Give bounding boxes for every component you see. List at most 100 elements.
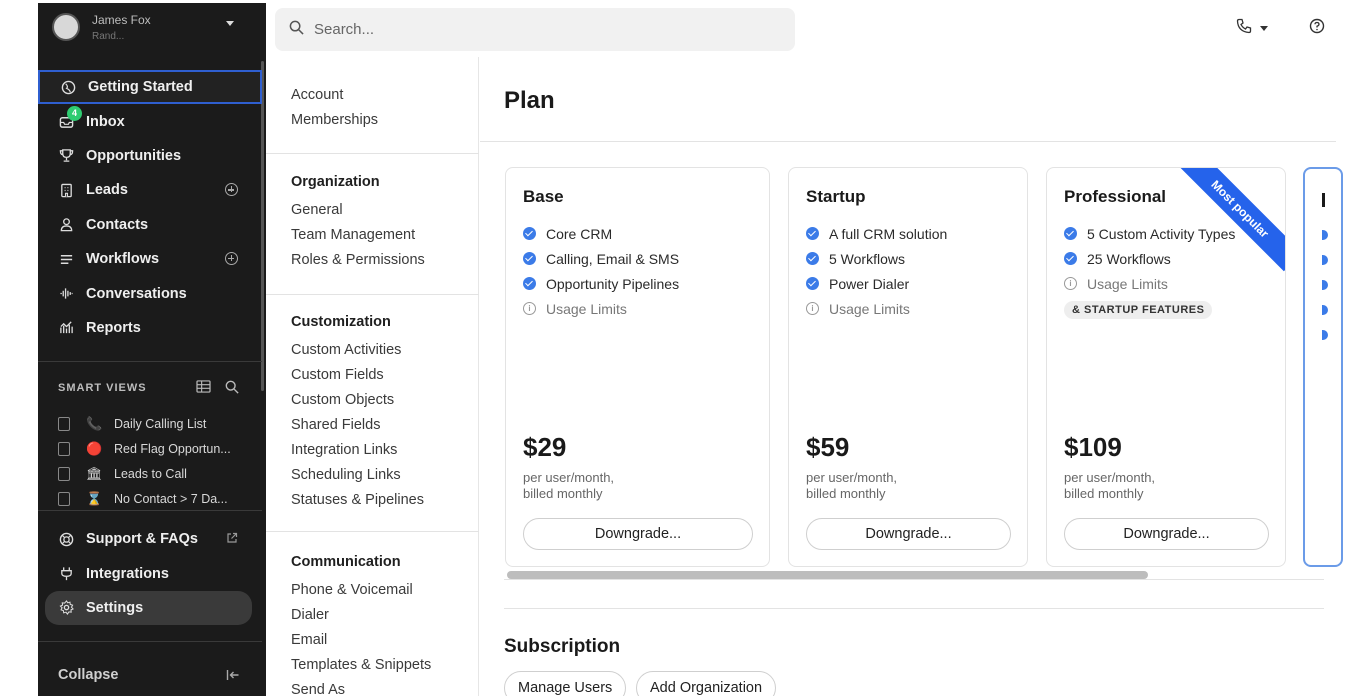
smart-view-item[interactable]: 🔴 Red Flag Opportun... (58, 436, 258, 461)
downgrade-professional-button[interactable]: Downgrade... (1064, 518, 1269, 550)
main-nav: Getting Started 4 Inbox Opportunities Le… (38, 70, 262, 345)
add-organization-button[interactable]: Add Organization (636, 671, 777, 696)
feature-label: 5 Workflows (829, 250, 905, 267)
plan-name-clipped (1322, 193, 1325, 207)
account-switcher[interactable]: James Fox Rand... (38, 3, 266, 55)
sidebar-item-label: Settings (86, 599, 144, 616)
check-icon (1322, 255, 1328, 265)
red-circle-emoji-icon: 🔴 (86, 440, 103, 456)
sidebar-item-leads[interactable]: Leads (38, 173, 262, 207)
usage-limits-link[interactable]: i Usage Limits (523, 296, 679, 321)
plan-card-startup: Startup A full CRM solution 5 Workflows … (788, 167, 1028, 567)
collapse-button[interactable]: Collapse (58, 667, 118, 683)
sidebar-item-inbox[interactable]: 4 Inbox (38, 104, 262, 138)
settings-link-shared-fields[interactable]: Shared Fields (291, 413, 424, 438)
downgrade-base-button[interactable]: Downgrade... (523, 518, 753, 550)
sidebar-item-reports[interactable]: Reports (38, 311, 262, 345)
gear-icon (58, 600, 74, 616)
check-icon (1322, 330, 1328, 340)
table-icon[interactable] (196, 380, 211, 399)
settings-link-scheduling-links[interactable]: Scheduling Links (291, 463, 424, 488)
settings-link-templates-snippets[interactable]: Templates & Snippets (291, 653, 431, 678)
settings-group-communication: Communication Phone & Voicemail Dialer E… (291, 554, 431, 696)
sidebar-item-workflows[interactable]: Workflows (38, 242, 262, 276)
plan-feature: 25 Workflows (1064, 246, 1235, 271)
sidebar-item-settings[interactable]: Settings (45, 590, 252, 626)
building-icon (58, 182, 74, 198)
search-icon[interactable] (225, 380, 239, 399)
global-search[interactable] (275, 8, 795, 51)
settings-nav-divider (266, 531, 479, 532)
manage-users-button[interactable]: Manage Users (504, 671, 627, 696)
sidebar-item-label: Reports (86, 319, 141, 336)
sidebar-item-opportunities[interactable]: Opportunities (38, 139, 262, 173)
sidebar-item-label: Support & FAQs (86, 531, 198, 548)
sidebar-item-conversations[interactable]: Conversations (38, 276, 262, 310)
downgrade-startup-button[interactable]: Downgrade... (806, 518, 1011, 550)
sidebar-item-label: Integrations (86, 565, 169, 582)
settings-link-email[interactable]: Email (291, 628, 431, 653)
settings-link-send-as[interactable]: Send As (291, 678, 431, 696)
sidebar-item-getting-started[interactable]: Getting Started (38, 70, 262, 105)
settings-link-custom-activities[interactable]: Custom Activities (291, 338, 424, 363)
billing-line: per user/month, (523, 470, 615, 485)
phone-emoji-icon: 📞 (86, 415, 103, 431)
billing-line: billed monthly (1064, 486, 1144, 501)
trophy-icon (58, 148, 74, 164)
feature-label: 5 Custom Activity Types (1087, 225, 1236, 242)
plan-features: Core CRM Calling, Email & SMS Opportunit… (523, 221, 679, 321)
sidebar-item-integrations[interactable]: Integrations (38, 556, 262, 590)
collapse-icon[interactable] (226, 669, 240, 684)
sidebar-item-label: Leads (86, 182, 128, 199)
list-icon (58, 251, 74, 267)
usage-limits-link[interactable]: i Usage Limits (1064, 271, 1235, 296)
settings-link-phone-voicemail[interactable]: Phone & Voicemail (291, 578, 431, 603)
search-input[interactable] (314, 21, 714, 38)
chart-icon (58, 320, 74, 336)
check-icon (806, 252, 819, 265)
smart-view-item[interactable]: ⌛ No Contact > 7 Da... (58, 486, 258, 511)
billing-line: billed monthly (523, 486, 603, 501)
smart-views-actions (196, 380, 239, 399)
sidebar-item-contacts[interactable]: Contacts (38, 208, 262, 242)
add-lead-icon[interactable] (225, 183, 238, 197)
plan-price: $59 (806, 432, 850, 462)
settings-link-memberships[interactable]: Memberships (291, 108, 378, 133)
plan-tag: & STARTUP FEATURES (1064, 301, 1213, 319)
building-icon (58, 416, 70, 431)
smart-view-item[interactable]: 📞 Daily Calling List (58, 411, 258, 436)
sidebar-item-support[interactable]: Support & FAQs (38, 522, 262, 556)
settings-group-title: Customization (291, 314, 391, 330)
settings-link-custom-fields[interactable]: Custom Fields (291, 363, 424, 388)
smart-view-item[interactable]: 🏛 Leads to Call (58, 461, 258, 486)
help-menu[interactable] (1309, 18, 1325, 38)
usage-limits-link[interactable]: i Usage Limits (806, 296, 947, 321)
check-icon (523, 277, 536, 290)
settings-link-statuses-pipelines[interactable]: Statuses & Pipelines (291, 488, 424, 513)
settings-link-integration-links[interactable]: Integration Links (291, 438, 424, 463)
info-icon: i (523, 302, 536, 315)
feature-label: Usage Limits (829, 300, 910, 317)
subscription-heading: Subscription (504, 636, 621, 657)
sidebar: James Fox Rand... Getting Started 4 Inbo… (38, 3, 266, 696)
feature-label: 25 Workflows (1087, 250, 1171, 267)
plans-scroll-track (504, 579, 1324, 580)
phone-menu[interactable] (1236, 18, 1268, 38)
plans-horizontal-scrollbar[interactable] (507, 571, 1148, 579)
smart-view-label: Leads to Call (114, 466, 187, 481)
phone-icon (1236, 18, 1252, 38)
chevron-down-icon (1260, 25, 1268, 31)
person-icon (58, 217, 74, 233)
settings-link-roles-permissions[interactable]: Roles & Permissions (291, 248, 425, 273)
chevron-down-icon[interactable] (226, 21, 234, 26)
settings-link-team-management[interactable]: Team Management (291, 223, 425, 248)
settings-link-custom-objects[interactable]: Custom Objects (291, 388, 424, 413)
add-workflow-icon[interactable] (225, 251, 238, 265)
plan-feature: Core CRM (523, 221, 679, 246)
smart-views-list: 📞 Daily Calling List 🔴 Red Flag Opportun… (58, 411, 258, 511)
settings-link-dialer[interactable]: Dialer (291, 603, 431, 628)
billing-line: per user/month, (1064, 470, 1156, 485)
settings-link-general[interactable]: General (291, 198, 425, 223)
plan-features: A full CRM solution 5 Workflows Power Di… (806, 221, 947, 321)
settings-link-account[interactable]: Account (291, 83, 378, 108)
